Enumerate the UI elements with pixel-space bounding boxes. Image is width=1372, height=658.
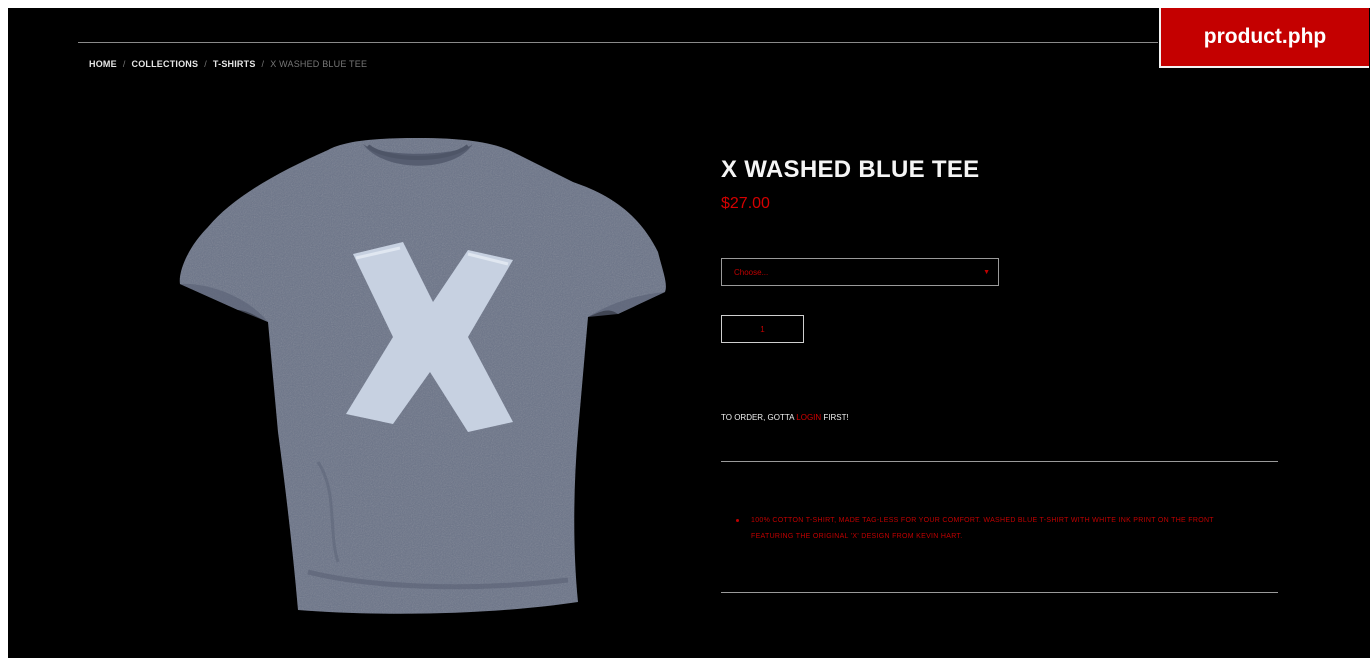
product-title: X WASHED BLUE TEE [721, 156, 980, 183]
size-select-value: Choose... [734, 267, 769, 277]
login-link[interactable]: LOGIN [796, 413, 821, 422]
product-description: 100% COTTON T-SHIRT, MADE TAG-LESS FOR Y… [733, 513, 1253, 545]
description-divider-bottom [721, 592, 1278, 593]
product-price: $27.00 [721, 195, 770, 212]
login-message-prefix: TO ORDER, GOTTA [721, 413, 797, 422]
product-image[interactable] [168, 132, 673, 622]
quantity-input[interactable]: 1 [721, 315, 804, 343]
description-bullet: 100% COTTON T-SHIRT, MADE TAG-LESS FOR Y… [733, 513, 1253, 545]
breadcrumb-home[interactable]: HOME [89, 59, 117, 69]
breadcrumb: HOME / COLLECTIONS / T-SHIRTS / X WASHED BLUE … [89, 59, 367, 69]
description-divider-top [721, 461, 1278, 462]
login-message: TO ORDER, GOTTA LOGIN FIRST! [721, 413, 849, 422]
dropdown-arrow-icon: ▼ [983, 268, 990, 276]
product-info: X WASHED BLUE TEE $27.00 Choose... ▼ 1 T… [721, 8, 1291, 658]
login-message-suffix: FIRST! [821, 413, 849, 422]
breadcrumb-separator: / [204, 59, 207, 69]
size-select[interactable]: Choose... ▼ [721, 258, 999, 286]
breadcrumb-collections[interactable]: COLLECTIONS [132, 59, 199, 69]
breadcrumb-separator: / [122, 59, 126, 69]
page: product.php HOME / COLLECTIONS / T-SHIRTS / X … [8, 8, 1370, 658]
quantity-value: 1 [760, 324, 765, 334]
breadcrumb-t-shirts[interactable]: T-SHIRTS [213, 59, 256, 69]
breadcrumb-separator: / [261, 59, 265, 69]
breadcrumb-current: X WASHED BLUE TEE [270, 59, 368, 69]
